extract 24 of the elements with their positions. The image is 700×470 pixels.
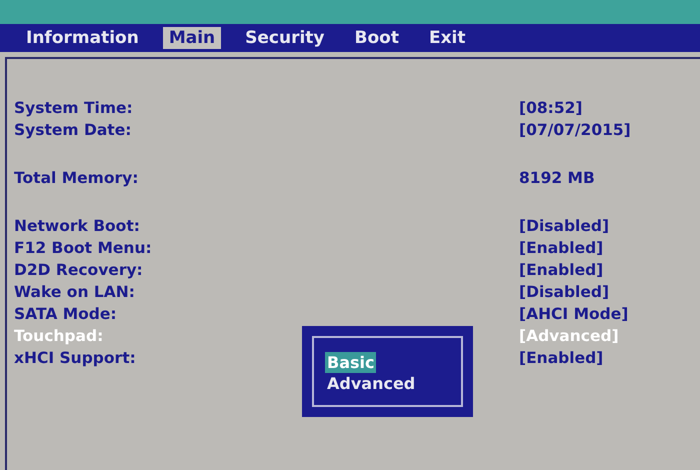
setting-label[interactable]: Network Boot: [14, 217, 140, 235]
menu-tab[interactable]: Security [239, 27, 331, 49]
setting-label[interactable]: System Time: [14, 99, 133, 117]
setting-value[interactable]: [07/07/2015] [519, 121, 679, 139]
setting-label[interactable]: D2D Recovery: [14, 261, 143, 279]
setting-label[interactable]: Total Memory: [14, 169, 138, 187]
setting-value[interactable]: [Enabled] [519, 349, 679, 367]
menu-tab[interactable]: Exit [422, 27, 472, 49]
setting-value[interactable]: [Enabled] [519, 239, 679, 257]
setting-label[interactable]: SATA Mode: [14, 305, 117, 323]
menu-tab[interactable]: Information [20, 27, 145, 49]
setting-label[interactable]: F12 Boot Menu: [14, 239, 152, 257]
setting-value[interactable]: [Disabled] [519, 217, 679, 235]
setting-value[interactable]: [Disabled] [519, 283, 679, 301]
setting-label[interactable]: xHCI Support: [14, 349, 136, 367]
menu-tab[interactable]: Boot [348, 27, 405, 49]
setting-value[interactable]: 8192 MB [519, 169, 679, 187]
setting-value[interactable]: [08:52] [519, 99, 679, 117]
menu-tab[interactable]: Main [162, 27, 222, 49]
setting-label[interactable]: Wake on LAN: [14, 283, 135, 301]
popup-option[interactable]: Advanced [325, 373, 418, 394]
setting-value[interactable]: [AHCI Mode] [519, 305, 679, 323]
setting-label[interactable]: System Date: [14, 121, 132, 139]
setting-value[interactable]: [Enabled] [519, 261, 679, 279]
